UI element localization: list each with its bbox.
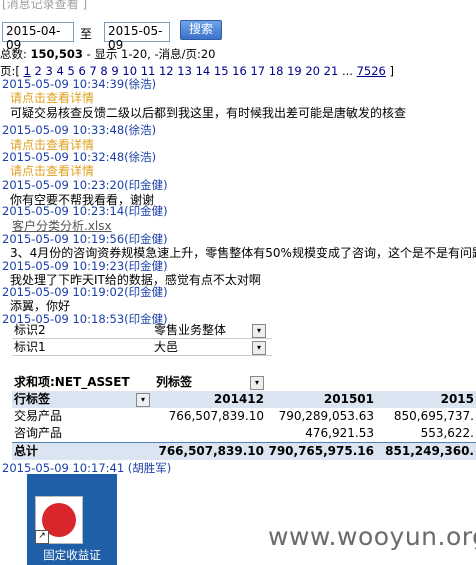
pivot-table-image: 标识2 零售业务整体 ▾ 标识1 大邑 ▾ 求和项:NET_ASSET 列标签 … <box>12 322 476 460</box>
pager-page-link[interactable]: 17 <box>250 64 265 78</box>
column-header: 2015 <box>440 392 474 406</box>
value-label: 求和项:NET_ASSET <box>14 375 130 389</box>
total-value: 790,765,975.16 <box>268 444 374 458</box>
desktop-screenshot: ↗ 固定收益证 <box>27 474 117 565</box>
pager-page-link[interactable]: 15 <box>214 64 229 78</box>
pivot-total-row: 总计 766,507,839.10 790,765,975.16 851,249… <box>12 442 476 460</box>
sender-link[interactable]: 徐浩 <box>129 77 152 91</box>
pager-page-link[interactable]: 12 <box>159 64 174 78</box>
watermark: www.wooyun.org <box>268 522 476 551</box>
column-filter-icon[interactable]: ▾ <box>250 376 264 390</box>
pager-page-link[interactable]: 18 <box>269 64 284 78</box>
start-date-input[interactable]: 2015-04-09 <box>2 22 74 52</box>
row-name: 交易产品 <box>14 409 63 423</box>
pivot-header-row: 求和项:NET_ASSET 列标签 ▾ <box>12 374 476 391</box>
total-label: 总数: <box>0 47 27 61</box>
total-count: 150,503 <box>30 47 83 61</box>
cell-value: 476,921.53 <box>305 426 374 440</box>
window-title-bar: [消息记录查看 ] <box>0 0 476 14</box>
pager-close: ] <box>389 64 395 78</box>
total-value: 851,249,360. <box>385 444 474 458</box>
row-name: 咨询产品 <box>14 426 63 440</box>
per-page-text: -消息/页:20 <box>150 47 216 61</box>
row-filter-icon[interactable]: ▾ <box>136 393 150 407</box>
total-value: 766,507,839.10 <box>158 444 264 458</box>
sender-link[interactable]: 徐浩 <box>129 150 152 164</box>
filter-dropdown-icon[interactable]: ▾ <box>252 341 266 355</box>
shortcut-arrow-icon: ↗ <box>35 530 49 544</box>
pager-page-link[interactable]: 19 <box>287 64 302 78</box>
filter-field: 标识1 <box>12 339 152 356</box>
range-text: - 显示 1-20, <box>82 47 151 61</box>
pivot-data-row: 咨询产品 476,921.53 553,622. <box>12 425 476 442</box>
pivot-data-row: 交易产品 766,507,839.10 790,289,053.63 850,6… <box>12 408 476 425</box>
message-text: 可疑交易核查反馈二级以后都到我这里，有时候我出差可能是唐敏发的核查 <box>10 106 407 120</box>
end-date-input[interactable]: 2015-05-09 <box>104 22 170 52</box>
sender-link[interactable]: 印金健 <box>129 204 164 218</box>
cell-value: 553,622. <box>420 426 474 440</box>
sender-link[interactable]: 徐浩 <box>129 123 152 137</box>
pager-page-link[interactable]: 20 <box>305 64 320 78</box>
cell-value: 790,289,053.63 <box>278 409 374 423</box>
row-label: 行标签 <box>14 392 51 406</box>
column-label: 列标签 <box>156 375 193 389</box>
sender-link[interactable]: 印金健 <box>129 178 164 192</box>
search-button[interactable]: 搜索 <box>180 20 222 40</box>
column-header: 201412 <box>213 392 264 406</box>
cell-value: 766,507,839.10 <box>168 409 264 423</box>
filter-field: 标识2 <box>12 322 152 339</box>
pivot-filter-row: 标识1 大邑 ▾ <box>12 339 476 356</box>
column-header: 201501 <box>323 392 374 406</box>
sender-link[interactable]: 胡胜军 <box>132 461 167 475</box>
filter-dropdown-icon[interactable]: ▾ <box>252 324 266 338</box>
result-summary: 总数: 150,503 - 显示 1-20, -消息/页:20 <box>0 46 215 62</box>
cell-value <box>152 425 266 442</box>
pager-page-link[interactable]: 14 <box>196 64 211 78</box>
pager-ellipsis: ... <box>341 64 353 78</box>
pager-page-link[interactable]: 16 <box>232 64 247 78</box>
pivot-filter-row: 标识2 零售业务整体 ▾ <box>12 322 476 339</box>
cell-value: 850,695,737. <box>393 409 474 423</box>
total-label: 总计 <box>14 444 39 458</box>
pivot-column-header: 行标签 ▾ 201412 201501 2015 <box>12 391 476 408</box>
date-range-separator: 至 <box>80 27 93 41</box>
pager-page-link[interactable]: 21 <box>324 64 339 78</box>
window-title: [消息记录查看 ] <box>2 0 88 11</box>
pager-page-link[interactable]: 13 <box>177 64 192 78</box>
desktop-icon-label: 固定收益证 <box>43 548 101 562</box>
pager-last-page[interactable]: 7526 <box>357 64 386 78</box>
